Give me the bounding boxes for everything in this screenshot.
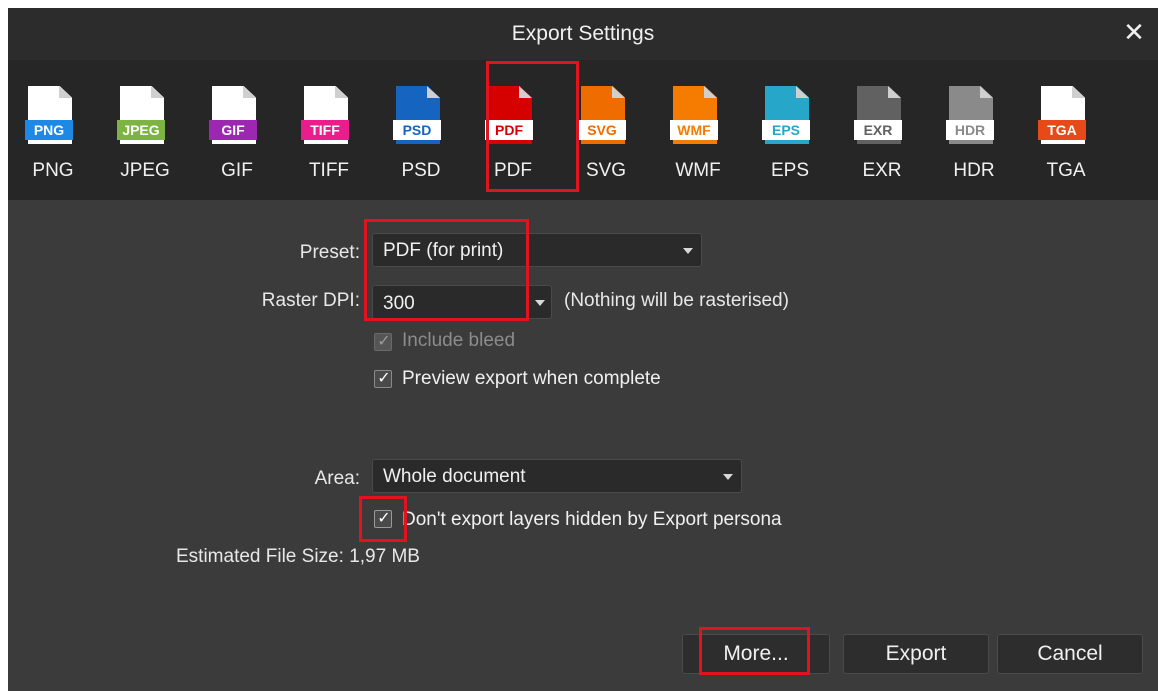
preview-export-checkbox[interactable]: ✓	[374, 370, 392, 388]
format-tiff[interactable]: TIFF TIFF	[284, 60, 374, 200]
area-dropdown[interactable]: Whole document	[372, 459, 742, 493]
include-bleed-checkbox[interactable]: ✓	[374, 333, 392, 351]
cancel-button[interactable]: Cancel	[997, 634, 1143, 674]
area-label: Area:	[314, 468, 360, 489]
format-tag: SVG	[578, 120, 626, 140]
close-icon[interactable]: ✕	[1120, 18, 1148, 46]
estimated-file-size-value: 1,97 MB	[349, 546, 420, 567]
preview-export-label: Preview export when complete	[402, 368, 661, 389]
preset-value: PDF (for print)	[383, 240, 504, 261]
format-psd[interactable]: PSD PSD	[376, 60, 466, 200]
format-label: JPEG	[120, 160, 170, 181]
format-label: PNG	[32, 160, 74, 181]
dont-export-hidden-checkbox[interactable]: ✓	[374, 510, 392, 528]
format-label: TGA	[1046, 160, 1086, 181]
dont-export-hidden-label: Don't export layers hidden by Export per…	[402, 509, 782, 530]
title-bar: Export Settings ✕	[8, 8, 1158, 60]
format-wmf[interactable]: WMF WMF	[653, 60, 743, 200]
dialog-title: Export Settings	[511, 22, 655, 45]
format-selector: PNG PNG JPEG JPEG GIF GIF TIFF TIFF PSD PSD PDF PDF…	[8, 60, 1158, 200]
format-tag: PNG	[25, 120, 73, 140]
format-tag: EPS	[762, 120, 810, 140]
area-value: Whole document	[383, 466, 526, 487]
format-tag: PSD	[393, 120, 441, 140]
format-tag: GIF	[209, 120, 257, 140]
more-button[interactable]: More...	[682, 634, 830, 674]
format-tag: EXR	[854, 120, 902, 140]
raster-dpi-value: 300	[383, 293, 415, 314]
format-png[interactable]: PNG PNG	[8, 60, 98, 200]
chevron-down-icon[interactable]	[535, 300, 545, 306]
format-svg[interactable]: SVG SVG	[561, 60, 651, 200]
format-label: GIF	[221, 160, 253, 181]
preset-label: Preset:	[299, 242, 360, 263]
raster-dpi-note: (Nothing will be rasterised)	[564, 290, 789, 311]
format-label: WMF	[675, 160, 721, 181]
estimated-file-size-label: Estimated File Size:	[176, 546, 344, 567]
format-eps[interactable]: EPS EPS	[745, 60, 835, 200]
preset-dropdown[interactable]: PDF (for print)	[372, 233, 702, 267]
format-label: PDF	[494, 160, 532, 181]
chevron-down-icon	[723, 474, 733, 480]
export-settings-dialog: Export Settings ✕ PNG PNG JPEG JPEG GIF GIF TI…	[8, 8, 1158, 691]
format-label: EXR	[862, 160, 902, 181]
include-bleed-label: Include bleed	[402, 330, 516, 351]
format-label: TIFF	[308, 160, 350, 181]
format-tga[interactable]: TGA TGA	[1021, 60, 1121, 200]
estimated-file-size: Estimated File Size: 1,97 MB	[176, 546, 420, 568]
format-gif[interactable]: GIF GIF	[192, 60, 282, 200]
format-hdr[interactable]: HDR HDR	[929, 60, 1019, 200]
format-tag: HDR	[946, 120, 994, 140]
format-label: SVG	[585, 160, 627, 181]
raster-dpi-combo[interactable]: 300	[372, 285, 552, 319]
format-tag: JPEG	[117, 120, 165, 140]
format-tag: TGA	[1038, 120, 1086, 140]
format-tag: TIFF	[301, 120, 349, 140]
format-pdf[interactable]: PDF PDF	[468, 60, 558, 200]
format-jpeg[interactable]: JPEG JPEG	[100, 60, 190, 200]
format-label: HDR	[953, 160, 995, 181]
format-tag: WMF	[670, 120, 718, 140]
chevron-down-icon	[683, 248, 693, 254]
export-button[interactable]: Export	[843, 634, 989, 674]
raster-dpi-label: Raster DPI:	[261, 290, 360, 311]
format-label: EPS	[770, 160, 810, 181]
format-exr[interactable]: EXR EXR	[837, 60, 927, 200]
format-tag: PDF	[485, 120, 533, 140]
format-label: PSD	[401, 160, 441, 181]
